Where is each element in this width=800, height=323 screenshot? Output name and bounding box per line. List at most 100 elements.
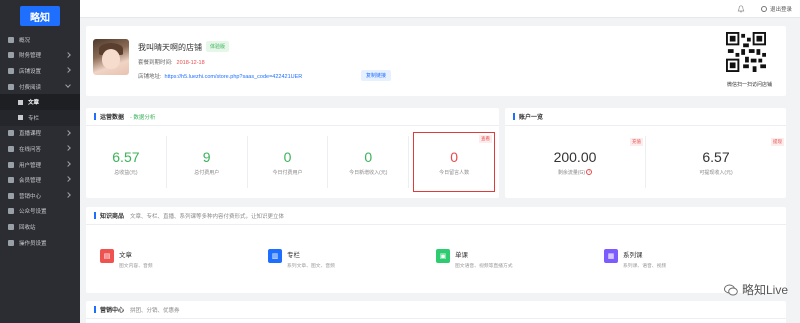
- product-desc: 图文内容、音频: [119, 264, 153, 269]
- watermark-text: 略知Live: [741, 283, 788, 297]
- logout-button[interactable]: 退出登录: [760, 5, 792, 13]
- sidebar-item-operators[interactable]: 操作员设置: [0, 235, 80, 251]
- sidebar-item-label: 直播课程: [19, 131, 42, 138]
- knowledge-items: ▤ 文章图文内容、音频 ▥ 专栏 系列文章、图文、音频 ▣ 单课 图文语音、视频等直…: [86, 225, 786, 269]
- money-icon: [8, 52, 14, 59]
- sidebar-subitem-label: 专栏: [28, 115, 40, 122]
- stat-value: 0: [450, 148, 458, 165]
- chevron-right-icon: [65, 67, 71, 74]
- power-icon: [760, 5, 767, 12]
- data-analysis-link[interactable]: - 数据分析: [130, 113, 155, 121]
- product-name: 单课: [455, 252, 468, 259]
- sidebar-item-paid-reading[interactable]: 付费阅读: [0, 79, 80, 95]
- product-series[interactable]: ▦ 系列课 系列课、语音、视频: [604, 249, 772, 269]
- sidebar-item-label: 用户管理: [19, 162, 42, 169]
- sidebar-item-qa[interactable]: 在线问答: [0, 141, 80, 157]
- wechat-icon: [724, 284, 738, 295]
- marketing-title: 营销中心 拼团、分销、优惠券: [86, 301, 786, 319]
- article-icon: ▤: [100, 249, 114, 263]
- sidebar-item-label: 会员管理: [19, 178, 42, 185]
- product-column[interactable]: ▥ 专栏 系列文章、图文、音频: [268, 249, 436, 269]
- sidebar-item-label: 在线问答: [19, 146, 42, 153]
- product-desc: 系列文章、图文、音频: [287, 264, 335, 269]
- sidebar-item-wechat[interactable]: 公众号设置: [0, 204, 80, 220]
- ops-title-text: 运营数据: [100, 115, 125, 121]
- stat-value: 200.00: [553, 148, 597, 165]
- stat-label: 今日付费用户: [272, 169, 303, 176]
- sidebar-subitem-article[interactable]: 文章: [0, 94, 80, 110]
- product-lesson[interactable]: ▣ 单课 图文语音、视频等直播方式: [436, 249, 604, 269]
- sidebar-item-label: 財务管理: [19, 53, 42, 60]
- stat-value: 6.57: [112, 148, 140, 165]
- stat-value: 0: [283, 148, 292, 165]
- vip-icon: [8, 177, 14, 184]
- recharge-button[interactable]: 充值: [630, 138, 643, 146]
- watermark: 略知Live: [724, 281, 788, 298]
- store-icon: [8, 67, 14, 74]
- trash-icon: [8, 223, 14, 230]
- chevron-right-icon: [65, 160, 71, 167]
- column-icon: [18, 115, 23, 121]
- main-content: 我叫晴天啊的店铺 体验版 套餐到期时间: 2018-12-18 店铺地址: http…: [86, 26, 786, 323]
- logo-text: 略知: [20, 6, 60, 26]
- wechat-icon: [8, 208, 14, 215]
- stat-label: 今日新增收入(元): [349, 169, 388, 176]
- marketing-card: 营销中心 拼团、分销、优惠券: [86, 301, 786, 323]
- knowledge-title: 知识商品 文章、专栏、直播、系列课等多种内容付费形式，让知识更立体: [86, 207, 786, 225]
- sidebar-item-store-settings[interactable]: 店铺设置: [0, 63, 80, 79]
- help-icon[interactable]: ?: [586, 169, 593, 176]
- stat-value: 0: [364, 148, 373, 165]
- sidebar-item-label: 店铺设置: [19, 68, 42, 75]
- sidebar-item-users[interactable]: 用户管理: [0, 157, 80, 173]
- product-name: 文章: [119, 252, 132, 259]
- logo[interactable]: 略知: [0, 0, 80, 32]
- sidebar-item-label: 操作员设置: [19, 240, 47, 247]
- stat-total-income[interactable]: 6.57 总收益(元): [86, 136, 167, 188]
- store-url-link[interactable]: https://h5.luezhi.com/store.php?saas_cod…: [165, 74, 303, 80]
- operator-icon: [8, 239, 14, 246]
- account-title: 账户一览: [505, 108, 786, 126]
- stat-label: 总付费用户: [194, 169, 220, 176]
- user-icon: [8, 161, 14, 168]
- knowledge-products-card: 知识商品 文章、专栏、直播、系列课等多种内容付费形式，让知识更立体 ▤ 文章图文内…: [86, 207, 786, 293]
- stat-today-comments[interactable]: 查看 0 今日留言人数: [413, 132, 495, 192]
- knowledge-title-text: 知识商品: [100, 214, 125, 220]
- chevron-right-icon: [65, 51, 71, 58]
- sidebar-item-finance[interactable]: 財务管理: [0, 48, 80, 64]
- stat-withdrawable-income: 提现 6.57 可提现收入(元): [646, 136, 786, 188]
- chevron-right-icon: [65, 192, 71, 198]
- sidebar-item-label: 公众号设置: [19, 209, 47, 216]
- sidebar-item-label: 付费阅读: [19, 84, 42, 91]
- sidebar-item-live[interactable]: 直播课程: [0, 126, 80, 142]
- stat-label: 总收益(元): [114, 169, 138, 176]
- marketing-title-text: 营销中心: [100, 308, 125, 314]
- product-article[interactable]: ▤ 文章图文内容、音频: [100, 249, 268, 269]
- topbar: 退出登录: [80, 0, 800, 18]
- withdraw-button[interactable]: 提现: [771, 138, 784, 146]
- sidebar-item-label: 营销中心: [19, 193, 42, 200]
- chevron-right-icon: [65, 129, 71, 136]
- stats-row: 运营数据 - 数据分析 6.57 总收益(元) 9 总付费用户 0 今日付费用户 …: [86, 108, 786, 198]
- plan-badge: 体验版: [206, 41, 230, 52]
- view-tag[interactable]: 查看: [478, 135, 492, 143]
- bell-icon[interactable]: [737, 4, 745, 13]
- stat-total-paid-users[interactable]: 9 总付费用户: [167, 136, 248, 188]
- book-icon: [8, 83, 14, 90]
- live-icon: [8, 130, 14, 137]
- sidebar-item-marketing[interactable]: 营销中心: [0, 188, 80, 204]
- copy-link-button[interactable]: 复制链接: [361, 70, 392, 81]
- chevron-right-icon: [65, 145, 71, 151]
- stat-today-new-income[interactable]: 0 今日新增收入(元): [328, 136, 410, 188]
- sidebar-subitem-column[interactable]: 专栏: [0, 109, 80, 126]
- chevron-down-icon: [65, 81, 71, 88]
- qr-code-icon: [726, 32, 766, 72]
- sidebar-item-trash[interactable]: 回收站: [0, 219, 80, 235]
- sidebar-item-overview[interactable]: 概况: [0, 32, 80, 48]
- expiry-label: 套餐到期时间:: [138, 60, 173, 66]
- product-desc: 系列课、语音、视频: [623, 264, 667, 269]
- sidebar-item-label: 回收站: [19, 224, 36, 231]
- stat-value: 6.57: [702, 148, 730, 165]
- store-name: 我叫晴天啊的店铺: [138, 43, 202, 52]
- sidebar-item-members[interactable]: 会员管理: [0, 172, 80, 188]
- stat-today-paid-users[interactable]: 0 今日付费用户: [248, 136, 329, 188]
